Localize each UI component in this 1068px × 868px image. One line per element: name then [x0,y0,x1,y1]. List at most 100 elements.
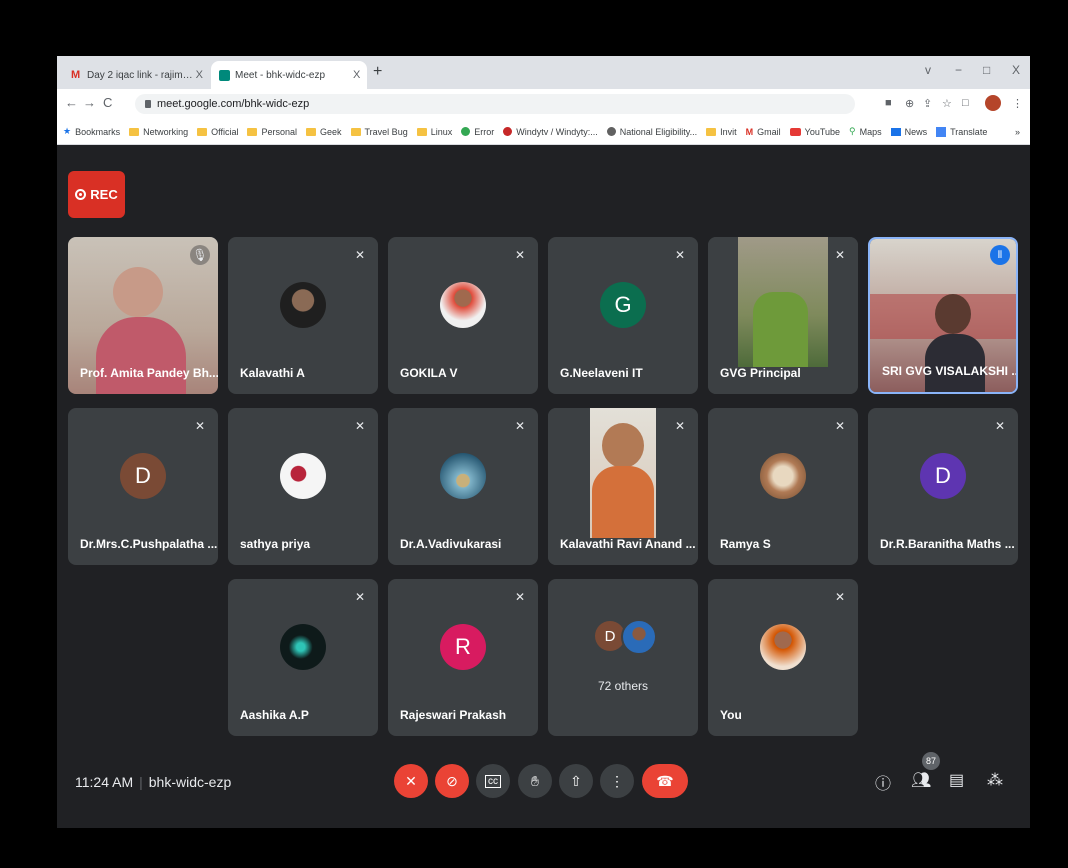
menu-icon[interactable]: ⋮ [1012,97,1023,110]
participant-tile[interactable]: ✕ Aashika A.P [228,579,378,736]
avatar [760,453,806,499]
gmail-icon: M [71,68,81,81]
folder-icon [247,127,258,136]
participant-name: Kalavathi Ravi Anand ... [560,537,696,551]
participant-tile[interactable]: ✕ Ramya S [708,408,858,565]
avatar [621,619,657,655]
tab-meet[interactable]: Meet - bhk-widc-ezp X [211,61,367,89]
participant-name: Ramya S [720,537,771,551]
bookmark-item[interactable]: News [890,127,927,137]
share-icon[interactable]: ⇪ [923,97,932,110]
bookmark-item[interactable]: Personal [247,127,297,137]
others-count-label: 72 others [597,679,649,693]
activities-icon[interactable]: ⁂ [987,770,1003,790]
more-options-button[interactable]: ⋮ [600,764,634,798]
hand-icon: ✋︎ [531,772,539,789]
person-silhouette [592,466,654,538]
mic-off-icon: ✕ [834,419,846,433]
participant-tile-active-speaker[interactable]: ⦀ SRI GVG VISALAKSHI ... [868,237,1018,394]
maximize-button[interactable]: □ [983,63,990,77]
mic-off-icon: ✕ [514,248,526,262]
bookmark-item[interactable]: Geek [306,127,342,137]
avatar [440,453,486,499]
site-icon [606,127,616,136]
bookmark-item[interactable]: M Gmail [746,127,781,137]
bookmark-item[interactable]: Windytv / Windyty:... [503,127,598,137]
reload-icon[interactable]: C [103,95,112,110]
bookmark-item[interactable]: Official [197,127,238,137]
participant-tile[interactable]: ✕ G G.Neelaveni IT [548,237,698,394]
mic-off-icon: 🎙︎ [190,245,210,265]
self-tile[interactable]: ✕ You [708,579,858,736]
present-icon: ⇧ [570,772,582,789]
bookmark-item[interactable]: Linux [416,127,452,137]
participant-tile[interactable]: ✕ GOKILA V [388,237,538,394]
participant-tile[interactable]: ✕ D Dr.R.Baranitha Maths ... [868,408,1018,565]
present-button[interactable]: ⇧ [559,764,593,798]
leave-call-button[interactable]: ☎ [642,764,688,798]
raise-hand-button[interactable]: ✋︎ [518,764,552,798]
person-silhouette [753,292,808,367]
participant-tile[interactable]: ✕ R Rajeswari Prakash [388,579,538,736]
tab-search-icon[interactable]: v [925,63,931,77]
participant-tile[interactable]: ✕ sathya priya [228,408,378,565]
bookmark-item[interactable]: Travel Bug [350,127,408,137]
folder-icon [706,127,717,136]
tab-gmail[interactable]: M Day 2 iqac link - rajimoorthy02@ X [63,61,211,89]
bookmark-item[interactable]: Networking [129,127,188,137]
info-icon[interactable]: ⓘ [875,770,891,794]
close-tab-icon[interactable]: X [353,69,360,81]
bookmark-item[interactable]: Invit [706,127,737,137]
person-silhouette [96,317,186,394]
maps-icon: ⚲ [849,126,856,136]
bookmark-item[interactable]: ⚲ Maps [849,126,882,137]
close-tab-icon[interactable]: X [196,69,203,81]
people-icon[interactable]: 👥︎ [911,770,931,790]
avatar-letter: R [440,624,486,670]
participant-tile[interactable]: ✕ Kalavathi Ravi Anand ... [548,408,698,565]
bookmarks-overflow[interactable]: » [1015,127,1020,137]
participant-tile[interactable]: ✕ Kalavathi A [228,237,378,394]
participant-tile[interactable]: 🎙︎ Prof. Amita Pandey Bh... [68,237,218,394]
bookmark-item[interactable]: YouTube [789,127,840,137]
camera-toggle-button[interactable]: ⊘ [435,764,469,798]
mic-off-icon: ✕ [354,419,366,433]
back-icon[interactable]: ← [65,95,78,110]
browser-toolbar: ← → C meet.google.com/bhk-widc-ezp ■ ⊕ ⇪… [57,89,1030,119]
chat-icon[interactable]: ▤ [949,770,964,790]
camera-off-icon: ⊘ [446,772,458,789]
profile-avatar[interactable] [985,95,1001,111]
new-tab-button[interactable]: + [373,63,382,81]
bookmark-star-icon[interactable]: ☆ [942,97,952,110]
sidepanel-icon[interactable]: □ [962,97,969,109]
site-icon [461,127,471,136]
participant-name: Dr.R.Baranitha Maths ... [880,537,1015,551]
bookmark-item[interactable]: ★ Bookmarks [63,126,120,137]
tab-bar: M Day 2 iqac link - rajimoorthy02@ X Mee… [57,56,1030,89]
others-tile[interactable]: D 72 others [548,579,698,736]
participant-name: sathya priya [240,537,311,551]
bookmarks-bar: ★ Bookmarks Networking Official Personal … [57,119,1030,145]
more-vert-icon: ⋮ [610,772,624,789]
rec-label: REC [90,187,118,202]
mic-off-icon: ✕ [674,248,686,262]
camera-indicator-icon[interactable]: ■ [885,97,892,109]
close-window-button[interactable]: X [1012,63,1020,77]
participant-name: Prof. Amita Pandey Bh... [80,366,218,380]
meet-icon [219,69,230,81]
address-bar[interactable]: meet.google.com/bhk-widc-ezp [135,94,855,114]
participant-tile[interactable]: ✕ GVG Principal [708,237,858,394]
participant-tile[interactable]: ✕ Dr.A.Vadivukarasi [388,408,538,565]
avatar-letter: G [600,282,646,328]
bookmark-item[interactable]: Translate [936,126,987,137]
zoom-icon[interactable]: ⊕ [905,97,914,110]
bookmark-item[interactable]: National Eligibility... [606,127,697,137]
captions-button[interactable]: cc [476,764,510,798]
participant-tile[interactable]: ✕ D Dr.Mrs.C.Pushpalatha ... [68,408,218,565]
bookmark-item[interactable]: Error [461,127,494,137]
mic-off-icon: ✕ [994,419,1006,433]
forward-icon[interactable]: → [83,95,96,110]
minimize-button[interactable]: − [955,63,962,77]
mic-off-icon: ✕ [834,248,846,262]
mic-toggle-button[interactable]: ✕ [394,764,428,798]
